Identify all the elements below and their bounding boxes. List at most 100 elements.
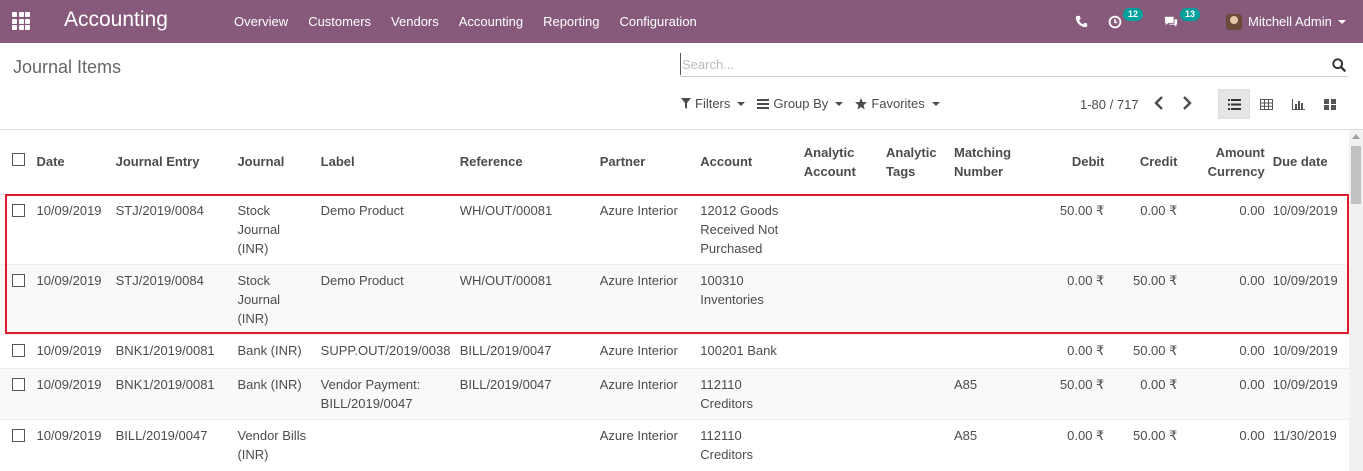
cell-account: 112110 Creditors [696, 418, 800, 470]
cell-journal-entry: STJ/2019/0084 [111, 263, 234, 334]
cell-debit: 0.00 ₹ [1040, 263, 1109, 334]
cell-amount-currency: 0.00 [1181, 333, 1269, 368]
cell-matching-number [950, 263, 1041, 334]
cell-journal-entry: BNK1/2019/0081 [111, 333, 234, 368]
select-all-checkbox[interactable] [12, 153, 25, 167]
menu-reporting[interactable]: Reporting [533, 0, 609, 43]
messages-icon[interactable]: 13 [1163, 0, 1201, 43]
app-title: Accounting [64, 8, 168, 31]
apps-menu-icon[interactable] [12, 12, 30, 30]
column-journal-entry[interactable]: Journal Entry [111, 130, 234, 195]
cell-due-date: 10/09/2019 [1268, 333, 1349, 368]
kanban-view-icon[interactable] [1314, 89, 1346, 119]
column-account[interactable]: Account [696, 130, 800, 195]
column-amount-currency[interactable]: Amount Currency [1181, 130, 1269, 195]
row-checkbox[interactable] [12, 343, 25, 357]
cell-analytic-tags [882, 263, 950, 334]
activity-count-badge: 12 [1123, 8, 1144, 21]
cell-credit: 50.00 ₹ [1108, 418, 1182, 470]
row-checkbox[interactable] [12, 428, 25, 442]
pager-value[interactable]: 1-80 / 717 [1080, 97, 1139, 112]
menu-vendors[interactable]: Vendors [381, 0, 449, 43]
menu-overview[interactable]: Overview [224, 0, 298, 43]
view-switcher [1218, 89, 1346, 119]
cell-reference [455, 418, 596, 470]
cell-analytic-tags [882, 367, 950, 419]
cell-due-date: 10/09/2019 [1268, 193, 1349, 264]
cell-amount-currency: 0.00 [1181, 263, 1269, 334]
cell-partner: Azure Interior [595, 367, 697, 419]
cell-due-date: 11/30/2019 [1268, 418, 1349, 470]
chevron-left-icon[interactable] [1154, 96, 1164, 113]
filter-icon [681, 98, 691, 109]
cell-journal: Bank (INR) [233, 333, 317, 368]
menu-customers[interactable]: Customers [298, 0, 381, 43]
row-checkbox[interactable] [12, 203, 25, 217]
column-analytic-account[interactable]: Analytic Account [799, 130, 882, 195]
cell-analytic-tags [882, 333, 950, 368]
row-checkbox[interactable] [12, 273, 25, 287]
column-debit[interactable]: Debit [1040, 130, 1109, 195]
top-navbar: Accounting Overview Customers Vendors Ac… [0, 0, 1363, 43]
user-name: Mitchell Admin [1248, 14, 1332, 29]
table-row[interactable]: 10/09/2019 BNK1/2019/0081 Bank (INR) SUP… [0, 333, 1349, 368]
list-view-icon[interactable] [1218, 89, 1250, 119]
table-row[interactable]: 10/09/2019 BILL/2019/0047 Vendor Bills (… [0, 418, 1349, 470]
table-row[interactable]: 10/09/2019 STJ/2019/0084 Stock Journal (… [0, 193, 1349, 264]
chevron-down-icon [1337, 19, 1346, 24]
search-input[interactable] [680, 53, 1310, 75]
cell-partner: Azure Interior [595, 333, 697, 368]
chevron-down-icon [931, 101, 940, 106]
cell-journal: Stock Journal (INR) [233, 193, 317, 264]
cell-credit: 0.00 ₹ [1108, 367, 1182, 419]
table-row[interactable]: 10/09/2019 STJ/2019/0084 Stock Journal (… [0, 263, 1349, 334]
group-by-button[interactable]: Group By [757, 96, 844, 111]
column-due-date[interactable]: Due date [1268, 130, 1349, 195]
table-row[interactable]: 10/09/2019 BNK1/2019/0081 Bank (INR) Ven… [0, 367, 1349, 419]
cell-account: 100201 Bank [696, 333, 800, 368]
phone-icon[interactable] [1075, 0, 1088, 43]
cell-label [316, 418, 456, 470]
row-checkbox[interactable] [12, 377, 25, 391]
scrollbar-thumb[interactable] [1351, 146, 1361, 204]
cell-journal-entry: BNK1/2019/0081 [111, 367, 234, 419]
column-credit[interactable]: Credit [1108, 130, 1182, 195]
activity-clock-icon[interactable]: 12 [1108, 0, 1144, 43]
column-date[interactable]: Date [32, 130, 112, 195]
cell-date: 10/09/2019 [32, 367, 112, 419]
column-matching-number[interactable]: Matching Number [950, 130, 1041, 195]
favorites-button[interactable]: Favorites [855, 96, 940, 111]
search-icon[interactable] [1332, 58, 1346, 75]
list-icon [757, 98, 770, 109]
chevron-down-icon [737, 101, 746, 106]
cell-analytic-tags [882, 193, 950, 264]
menu-accounting[interactable]: Accounting [449, 0, 533, 43]
graph-view-icon[interactable] [1282, 89, 1314, 119]
cell-matching-number [950, 333, 1041, 368]
pivot-view-icon[interactable] [1250, 89, 1282, 119]
cell-journal: Stock Journal (INR) [233, 263, 317, 334]
column-journal[interactable]: Journal [233, 130, 317, 195]
cell-date: 10/09/2019 [32, 418, 112, 470]
column-label[interactable]: Label [316, 130, 456, 195]
cell-analytic-account [799, 263, 882, 334]
cell-partner: Azure Interior [595, 193, 697, 264]
filters-label: Filters [695, 96, 731, 111]
cell-matching-number [950, 193, 1041, 264]
filters-button[interactable]: Filters [681, 96, 746, 111]
cell-amount-currency: 0.00 [1181, 193, 1269, 264]
cell-reference: WH/OUT/00081 [455, 263, 596, 334]
main-menu: Overview Customers Vendors Accounting Re… [224, 0, 707, 43]
column-partner[interactable]: Partner [595, 130, 697, 195]
star-icon [855, 97, 868, 109]
journal-items-table: Date Journal Entry Journal Label Referen… [0, 130, 1349, 470]
cell-journal: Bank (INR) [233, 367, 317, 419]
user-menu[interactable]: Mitchell Admin [1226, 0, 1346, 43]
column-analytic-tags[interactable]: Analytic Tags [882, 130, 950, 195]
vertical-scrollbar[interactable] [1349, 130, 1363, 471]
search-bar [680, 53, 1348, 77]
column-reference[interactable]: Reference [455, 130, 596, 195]
chevron-right-icon[interactable] [1182, 96, 1192, 113]
menu-configuration[interactable]: Configuration [609, 0, 706, 43]
scroll-up-icon[interactable] [1352, 134, 1360, 139]
